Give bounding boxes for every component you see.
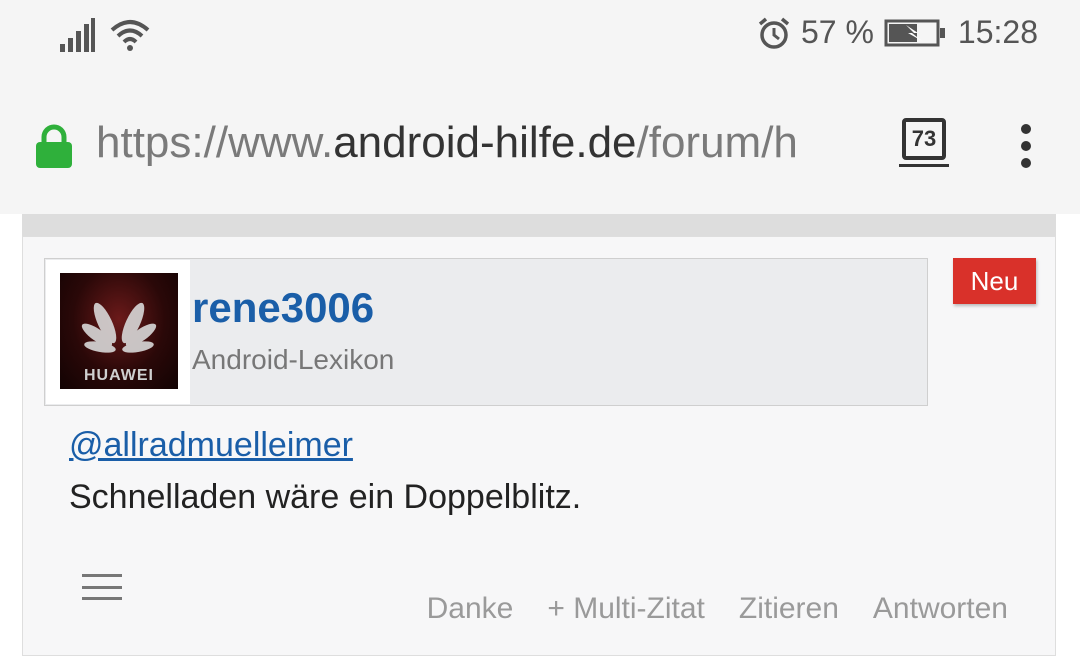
status-right: 57 % 15:28 [757, 14, 1038, 51]
quote-button[interactable]: Zitieren [739, 592, 839, 626]
url-host: android-hilfe.de [333, 118, 637, 167]
thanks-button[interactable]: Danke [427, 592, 514, 626]
avatar-logo-text: HUAWEI [84, 367, 154, 384]
tab-switcher-button[interactable]: 73 [899, 118, 952, 172]
battery-percent: 57 % [800, 14, 874, 50]
menu-dot [1021, 141, 1031, 151]
signal-icon [60, 18, 95, 52]
address-bar[interactable]: https://www.android-hilfe.de/forum/h [96, 118, 876, 174]
menu-dot [1021, 158, 1031, 168]
url-scheme: https://www. [96, 118, 334, 167]
tab-switcher-underline [899, 164, 949, 167]
alarm-icon [758, 17, 790, 49]
post-header-strip [22, 214, 1056, 236]
wifi-icon [110, 20, 150, 51]
hamburger-line [82, 574, 122, 577]
menu-dot [1021, 124, 1031, 134]
user-rank-title: Android-Lexikon [192, 344, 395, 375]
status-left [58, 18, 150, 52]
url-path: /forum/h [636, 118, 798, 167]
hamburger-line [82, 597, 122, 600]
post-username[interactable]: rene3006 [192, 284, 374, 332]
reply-button[interactable]: Antworten [873, 592, 1008, 626]
avatar[interactable]: HUAWEI [60, 273, 178, 389]
multi-quote-button[interactable]: + Multi-Zitat [547, 592, 705, 626]
post-text: Schnelladen wäre ein Doppelblitz. [69, 478, 582, 516]
new-badge: Neu [953, 258, 1036, 304]
post-actions: Danke + Multi-Zitat Zitieren Antworten [427, 592, 1008, 626]
lock-icon[interactable] [34, 124, 74, 168]
tab-count: 73 [902, 118, 946, 160]
hamburger-line [82, 585, 122, 589]
overflow-menu-button[interactable] [1018, 124, 1034, 168]
battery-charging-icon [884, 19, 945, 46]
mention-link[interactable]: @allradmuelleimer [69, 426, 353, 465]
clock-time: 15:28 [957, 14, 1038, 50]
status-bar: 57 % 15:28 [0, 0, 1080, 78]
post-menu-icon[interactable] [82, 574, 122, 600]
